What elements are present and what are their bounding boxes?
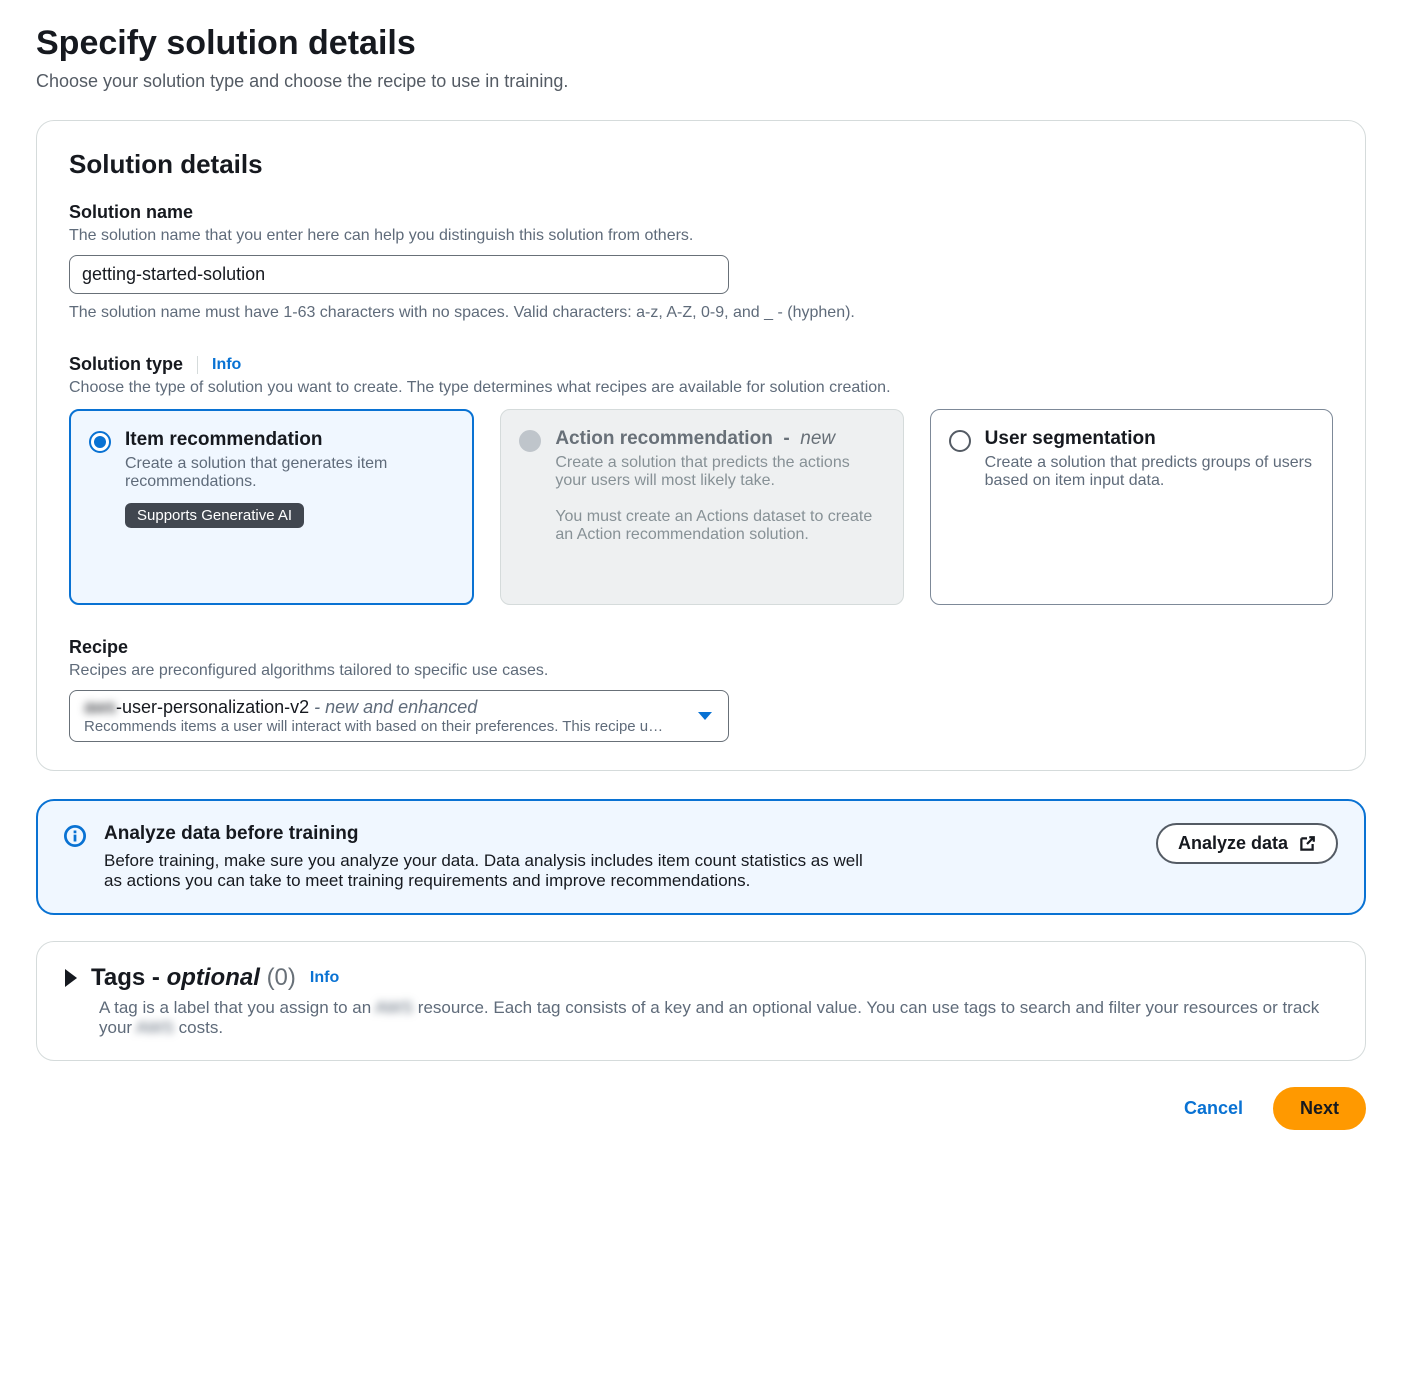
expand-icon[interactable] — [65, 969, 77, 987]
tile-item-recommendation[interactable]: Item recommendation Create a solution th… — [69, 409, 474, 605]
recipe-hint: Recipes are preconfigured algorithms tai… — [69, 662, 1333, 680]
info-icon — [64, 825, 86, 847]
tile-warning: You must create an Actions dataset to cr… — [555, 508, 884, 544]
recipe-selected: aws-user-personalization-v2 - new and en… — [84, 697, 688, 718]
recipe-select[interactable]: aws-user-personalization-v2 - new and en… — [69, 690, 729, 742]
tile-action-recommendation: Action recommendation - new Create a sol… — [500, 409, 903, 605]
radio-icon — [519, 430, 541, 452]
tile-desc: Create a solution that predicts the acti… — [555, 454, 884, 490]
recipe-suffix: - new and enhanced — [309, 697, 477, 717]
solution-details-panel: Solution details Solution name The solut… — [36, 120, 1366, 771]
page-subtitle: Choose your solution type and choose the… — [36, 71, 1366, 92]
external-link-icon — [1298, 835, 1316, 853]
tile-desc: Create a solution that predicts groups o… — [985, 454, 1314, 490]
tags-description: A tag is a label that you assign to an A… — [99, 998, 1337, 1038]
cancel-button[interactable]: Cancel — [1176, 1088, 1251, 1129]
recipe-label: Recipe — [69, 637, 1333, 658]
new-badge: new — [800, 428, 835, 449]
tile-title: Item recommendation — [125, 429, 454, 451]
tile-user-segmentation[interactable]: User segmentation Create a solution that… — [930, 409, 1333, 605]
recipe-prefix-blurred: aws — [84, 697, 116, 717]
tile-title-text: Action recommendation — [555, 428, 772, 449]
panel-title: Solution details — [69, 149, 1333, 180]
analyze-data-alert: Analyze data before training Before trai… — [36, 799, 1366, 915]
solution-name-hint: The solution name that you enter here ca… — [69, 227, 1333, 245]
analyze-data-button-label: Analyze data — [1178, 833, 1288, 854]
solution-name-constraint: The solution name must have 1-63 charact… — [69, 304, 1333, 322]
tags-title: Tags - optional (0) — [91, 964, 296, 992]
footer-actions: Cancel Next — [36, 1087, 1366, 1130]
solution-type-label: Solution type — [69, 354, 183, 375]
solution-type-hint: Choose the type of solution you want to … — [69, 379, 1333, 397]
radio-icon — [949, 430, 971, 452]
generative-ai-badge: Supports Generative AI — [125, 503, 304, 528]
recipe-name: -user-personalization-v2 — [116, 697, 309, 717]
chevron-down-icon — [698, 712, 712, 720]
solution-name-label: Solution name — [69, 202, 1333, 223]
solution-type-info-link[interactable]: Info — [212, 356, 241, 374]
tags-title-prefix: Tags - — [91, 964, 167, 991]
divider — [197, 356, 198, 374]
alert-text: Before training, make sure you analyze y… — [104, 851, 864, 891]
tile-desc: Create a solution that generates item re… — [125, 455, 454, 491]
tags-panel: Tags - optional (0) Info A tag is a labe… — [36, 941, 1366, 1061]
alert-title: Analyze data before training — [104, 823, 1138, 845]
tags-info-link[interactable]: Info — [310, 969, 339, 987]
radio-icon — [89, 431, 111, 453]
analyze-data-button[interactable]: Analyze data — [1156, 823, 1338, 864]
tags-count: (0) — [267, 964, 296, 991]
next-button[interactable]: Next — [1273, 1087, 1366, 1130]
tags-optional: optional — [167, 964, 260, 991]
page-title: Specify solution details — [36, 24, 1366, 63]
tile-title: Action recommendation - new — [555, 428, 884, 450]
tile-title: User segmentation — [985, 428, 1314, 450]
recipe-description: Recommends items a user will interact wi… — [84, 718, 688, 735]
solution-name-input[interactable] — [69, 255, 729, 294]
